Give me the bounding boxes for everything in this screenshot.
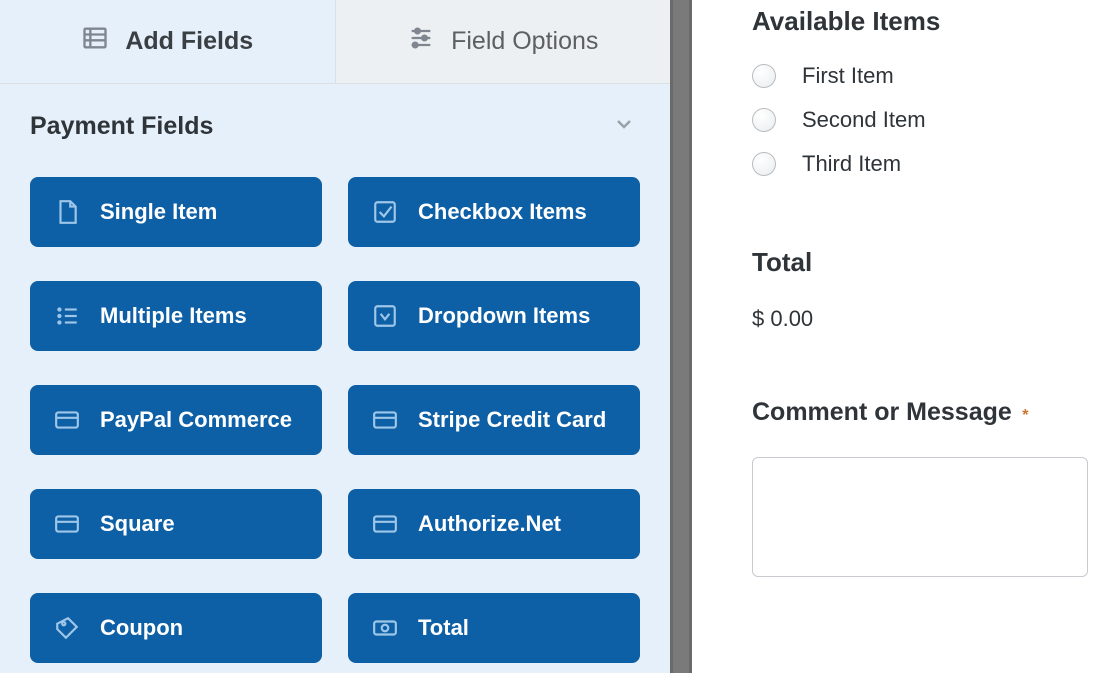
tab-field-options[interactable]: Field Options (335, 0, 671, 83)
field-single-item[interactable]: Single Item (30, 177, 322, 247)
list-icon (54, 303, 80, 329)
total-block: Total $ 0.00 (752, 247, 1102, 332)
chevron-down-icon (612, 112, 636, 141)
tab-label: Field Options (451, 27, 598, 56)
dropdown-icon (372, 303, 398, 329)
field-label: Coupon (100, 615, 183, 641)
tab-label: Add Fields (125, 27, 253, 56)
radio-icon (752, 152, 776, 176)
field-label: Dropdown Items (418, 303, 590, 329)
tab-add-fields[interactable]: Add Fields (0, 0, 335, 83)
field-label: Square (100, 511, 175, 537)
field-coupon[interactable]: Coupon (30, 593, 322, 663)
field-multiple-items[interactable]: Multiple Items (30, 281, 322, 351)
radio-icon (752, 64, 776, 88)
field-label: Multiple Items (100, 303, 247, 329)
card-icon (372, 511, 398, 537)
card-icon (372, 407, 398, 433)
radio-label: Second Item (802, 107, 926, 133)
radio-label: First Item (802, 63, 894, 89)
field-label: Authorize.Net (418, 511, 561, 537)
total-heading: Total (752, 247, 1102, 278)
card-icon (54, 407, 80, 433)
field-label: Checkbox Items (418, 199, 587, 225)
required-mark: * (1022, 407, 1028, 424)
radio-second-item[interactable]: Second Item (752, 107, 1102, 133)
total-amount: $ 0.00 (752, 306, 1102, 332)
checkbox-icon (372, 199, 398, 225)
field-label: Stripe Credit Card (418, 407, 606, 433)
radio-third-item[interactable]: Third Item (752, 151, 1102, 177)
card-icon (54, 511, 80, 537)
comment-label-row: Comment or Message * (752, 398, 1102, 427)
list-icon (81, 24, 109, 59)
section-title: Payment Fields (30, 112, 213, 141)
form-preview: Available Items First Item Second Item T… (692, 0, 1116, 673)
field-square[interactable]: Square (30, 489, 322, 559)
file-icon (54, 199, 80, 225)
section-header[interactable]: Payment Fields (0, 84, 670, 157)
field-stripe-credit-card[interactable]: Stripe Credit Card (348, 385, 640, 455)
radio-icon (752, 108, 776, 132)
radio-first-item[interactable]: First Item (752, 63, 1102, 89)
field-label: PayPal Commerce (100, 407, 292, 433)
field-paypal-commerce[interactable]: PayPal Commerce (30, 385, 322, 455)
tabs: Add Fields Field Options (0, 0, 670, 84)
radio-label: Third Item (802, 151, 901, 177)
ticket-icon (54, 615, 80, 641)
payment-fields-grid: Single Item Checkbox Items Multiple Item… (0, 157, 670, 663)
comment-textarea[interactable] (752, 457, 1088, 577)
field-total[interactable]: Total (348, 593, 640, 663)
field-dropdown-items[interactable]: Dropdown Items (348, 281, 640, 351)
field-checkbox-items[interactable]: Checkbox Items (348, 177, 640, 247)
field-authorize-net[interactable]: Authorize.Net (348, 489, 640, 559)
field-label: Total (418, 615, 469, 641)
available-items-heading: Available Items (752, 6, 1102, 37)
comment-label: Comment or Message (752, 398, 1012, 426)
builder-sidebar: Add Fields Field Options Payment Fields … (0, 0, 670, 673)
panel-divider[interactable] (670, 0, 692, 673)
sliders-icon (407, 24, 435, 59)
comment-block: Comment or Message * (752, 398, 1102, 582)
money-icon (372, 615, 398, 641)
field-label: Single Item (100, 199, 217, 225)
